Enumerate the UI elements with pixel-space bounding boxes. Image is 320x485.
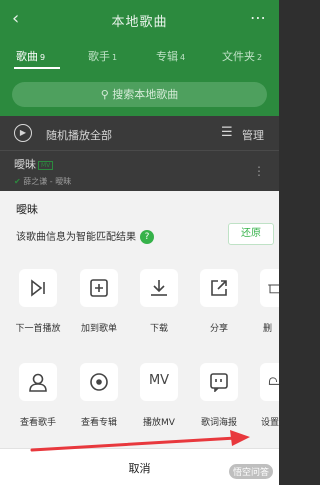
play-next-button[interactable] (19, 269, 57, 307)
add-to-playlist-icon (90, 279, 108, 297)
tab-songs[interactable]: 歌曲 9 (16, 48, 45, 64)
settings-label: 设置 (261, 418, 279, 428)
download-label: 下载 (149, 324, 168, 334)
watermark: 悟空问答 (228, 464, 273, 479)
lyrics-poster-icon (210, 373, 228, 392)
share-label: 分享 (209, 324, 228, 334)
play-circle-icon[interactable]: ▶ (14, 124, 32, 142)
artist-icon (29, 373, 47, 392)
manage-list-icon[interactable]: ☰ (221, 125, 233, 140)
restore-button[interactable]: 还原 (228, 223, 274, 245)
page-title: 本地歌曲 (111, 15, 168, 30)
add-to-playlist-label: 加到歌单 (80, 324, 117, 334)
lyrics-poster-label: 歌词海报 (200, 418, 237, 428)
search-input[interactable]: ⚲ 搜索本地歌曲 (12, 82, 267, 107)
play-all-button[interactable]: 随机播放全部 (46, 127, 112, 143)
delete-label: 删 (263, 324, 273, 334)
share-button[interactable] (200, 269, 238, 307)
share-icon (211, 280, 227, 296)
song-title: 曖昧 (14, 158, 36, 171)
tab-count: 9 (40, 53, 46, 62)
sheet-song-title: 曖昧 (16, 203, 38, 216)
more-dots-icon[interactable]: ⋯ (250, 8, 267, 27)
view-album-label: 查看专辑 (80, 418, 117, 428)
help-icon[interactable]: ? (140, 230, 154, 244)
match-info-text: 该歌曲信息为智能匹配结果 (16, 232, 136, 243)
lyrics-poster-button[interactable] (200, 363, 238, 401)
bell-icon (268, 377, 279, 385)
mv-badge: MV (38, 160, 54, 170)
match-info: 该歌曲信息为智能匹配结果? (16, 228, 154, 244)
list-header: ▶ 随机播放全部 ☰ 管理 (14, 124, 265, 144)
tab-artists[interactable]: 歌手 1 (88, 48, 117, 64)
view-artist-button[interactable] (19, 363, 57, 401)
play-mv-label: 播放MV (143, 418, 175, 428)
manage-button[interactable]: 管理 (242, 127, 264, 143)
search-area: ⚲ 搜索本地歌曲 (0, 72, 279, 116)
divider (0, 150, 279, 151)
song-artist: 薛之谦 - 曖昧 (23, 177, 72, 186)
add-to-playlist-button[interactable] (80, 269, 118, 307)
delete-icon (268, 284, 279, 294)
play-mv-button[interactable]: MV (140, 363, 178, 401)
song-action-sheet: 曖昧 该歌曲信息为智能匹配结果? 还原 下一首播放 加到歌单 下载 分享 删 查… (0, 191, 279, 485)
more-dots-icon[interactable]: ⋮ (253, 164, 265, 178)
top-bar: ‹ 本地歌曲 ⋯ (0, 0, 279, 40)
album-icon (90, 373, 108, 391)
tab-count: 1 (112, 53, 118, 62)
song-row[interactable]: 曖昧 MV ✔ 薛之谦 - 曖昧 ⋮ (14, 156, 265, 186)
tab-folders[interactable]: 文件夹 2 (222, 48, 262, 64)
view-artist-label: 查看歌手 (19, 418, 56, 428)
tab-albums[interactable]: 专辑 4 (156, 48, 185, 64)
play-next-label: 下一首播放 (15, 324, 61, 334)
search-placeholder: 搜索本地歌曲 (112, 88, 179, 101)
tab-label: 文件夹 (222, 50, 255, 63)
delete-button[interactable] (260, 269, 279, 307)
tab-count: 2 (257, 53, 263, 62)
download-icon (151, 280, 167, 296)
tab-label: 专辑 (156, 50, 178, 63)
mv-icon: MV (148, 373, 170, 388)
view-album-button[interactable] (80, 363, 118, 401)
tab-count: 4 (180, 53, 186, 62)
tab-label: 歌曲 (16, 50, 38, 63)
downloaded-check-icon: ✔ (14, 177, 21, 186)
play-next-icon (31, 279, 45, 297)
tab-label: 歌手 (88, 50, 110, 63)
tab-bar: 歌曲 9 歌手 1 专辑 4 文件夹 2 (0, 40, 279, 72)
download-button[interactable] (140, 269, 178, 307)
active-tab-indicator (14, 67, 60, 69)
settings-button[interactable] (260, 363, 279, 401)
search-icon: ⚲ (100, 88, 109, 101)
